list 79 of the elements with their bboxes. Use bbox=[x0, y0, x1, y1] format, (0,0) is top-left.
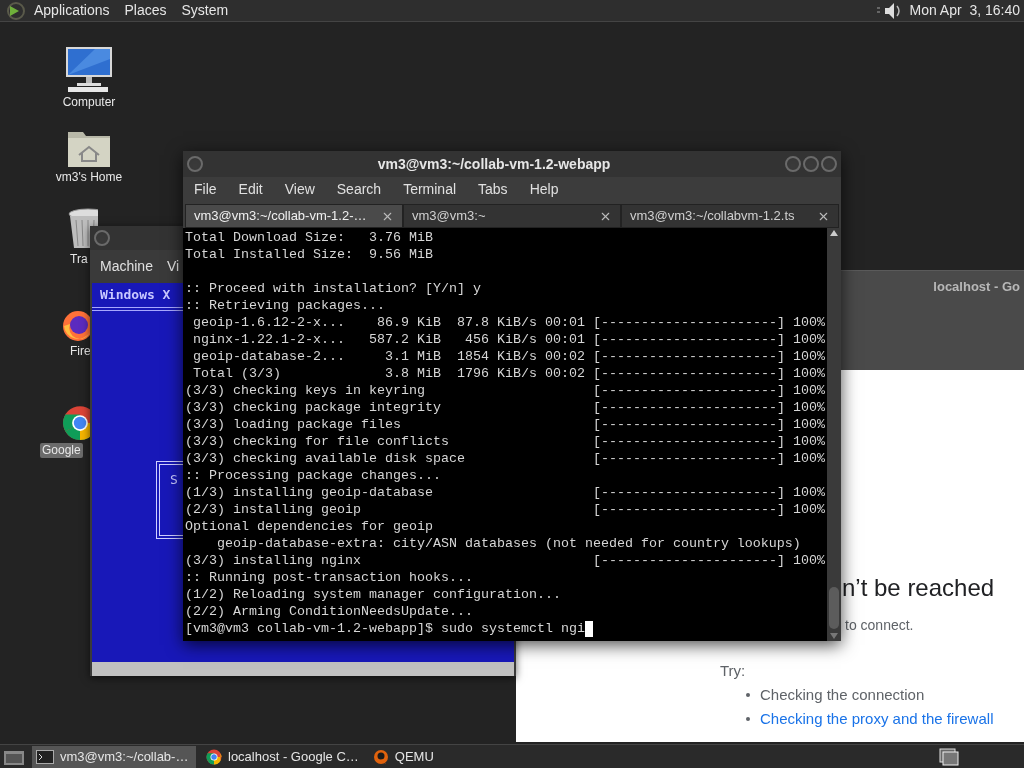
progress-bar-text: [----------------------] 100% bbox=[593, 382, 825, 399]
icon-label[interactable]: Google bbox=[40, 443, 83, 458]
qemu-icon bbox=[372, 748, 389, 765]
terminal-line: (1/2) Reloading system manager configuration... bbox=[185, 586, 561, 603]
terminal-line: (3/3) checking available disk space bbox=[185, 450, 466, 467]
menu-item[interactable]: File bbox=[185, 179, 226, 200]
progress-bar-text: [----------------------] 100% bbox=[593, 433, 825, 450]
menu-item[interactable]: Tabs bbox=[469, 179, 517, 200]
icon-label[interactable]: Tra bbox=[68, 252, 90, 267]
terminal-icon bbox=[36, 749, 54, 764]
terminal-line: Optional dependencies for geoip bbox=[185, 518, 433, 535]
terminal-line: geoip-1.6.12-2-x... 86.9 KiB 87.8 KiB/s 00:01 bbox=[192, 314, 586, 331]
text-cursor bbox=[584, 620, 593, 637]
terminal-line: (2/2) Arming ConditionNeedsUpdate... bbox=[185, 603, 473, 620]
suggestion-link[interactable]: Checking the proxy and the firewall bbox=[760, 709, 994, 729]
command-prompt: [vm3@vm3 collab-vm-1.2-webapp]$ sudo systemctl ngi bbox=[185, 620, 585, 637]
progress-bar-text: [----------------------] 100% bbox=[593, 314, 825, 331]
progress-bar-text: [----------------------] 100% bbox=[593, 552, 825, 569]
terminal-tab[interactable]: vm3@vm3:~/collab-vm-1.2-… bbox=[185, 204, 403, 228]
taskbar-item[interactable]: vm3@vm3:~/collab-… bbox=[32, 745, 196, 768]
menu-item[interactable]: Vi bbox=[166, 256, 180, 277]
terminal-line: nginx-1.22.1-2-x... 587.2 KiB 456 KiB/s 00:01 bbox=[192, 331, 586, 348]
icon-label[interactable]: Fire bbox=[68, 344, 93, 359]
icon-label[interactable]: Computer bbox=[60, 95, 118, 110]
scroll-up-icon[interactable] bbox=[830, 230, 838, 236]
terminal-line: geoip-database-extra: city/ASN databases (not needed for country lookups) bbox=[216, 535, 801, 552]
panel-menu[interactable]: System bbox=[181, 0, 229, 21]
terminal-line: Total Installed Size: 9.56 MiB bbox=[185, 246, 433, 263]
progress-bar-text: [----------------------] 100% bbox=[593, 399, 825, 416]
error-heading: n’t be reached bbox=[842, 573, 996, 603]
window-title: vm3@vm3:~/collab-vm-1.2-webapp bbox=[376, 154, 612, 174]
menu-item[interactable]: Machine bbox=[100, 256, 153, 277]
terminal-line: (1/3) installing geoip-database bbox=[185, 484, 434, 501]
terminal-line: (3/3) checking for file conflicts bbox=[185, 433, 450, 450]
progress-bar-text: [----------------------] 100% bbox=[593, 501, 825, 518]
progress-bar-text: [----------------------] 100% bbox=[593, 450, 825, 467]
terminal-tab[interactable]: vm3@vm3:~/collabvm-1.2.ts bbox=[621, 204, 839, 228]
progress-bar-text: [----------------------] 100% bbox=[593, 348, 825, 365]
icon-label[interactable]: vm3's Home bbox=[53, 170, 125, 185]
suggestion-text: Checking the connection bbox=[760, 685, 925, 705]
terminal-line: :: Running post-transaction hooks... bbox=[185, 569, 473, 586]
terminal-line: :: Processing package changes... bbox=[185, 467, 441, 484]
terminal-line: :: Proceed with installation? [Y/n] y bbox=[185, 280, 481, 297]
terminal-line: geoip-database-2... 3.1 MiB 1854 KiB/s 00:02 bbox=[192, 348, 586, 365]
terminal-line: (3/3) checking package integrity bbox=[185, 399, 442, 416]
chrome-icon bbox=[206, 748, 222, 765]
window-title: localhost - Go bbox=[933, 278, 1020, 296]
error-message: to connect. bbox=[845, 616, 915, 635]
progress-bar-text: [----------------------] 100% bbox=[593, 331, 825, 348]
terminal-line: Total (3/3) 3.8 MiB 1796 KiB/s 00:02 bbox=[192, 365, 586, 382]
terminal-line: (3/3) installing nginx bbox=[185, 552, 362, 569]
progress-bar-text: [----------------------] 100% bbox=[593, 416, 825, 433]
terminal-line: (2/3) installing geoip bbox=[185, 501, 362, 518]
terminal-tab[interactable]: vm3@vm3:~ bbox=[403, 204, 621, 228]
terminal-line: :: Retrieving packages... bbox=[185, 297, 385, 314]
scrollbar-thumb[interactable] bbox=[829, 587, 839, 629]
try-label: Try: bbox=[720, 661, 747, 681]
progress-bar-text: [----------------------] 100% bbox=[593, 484, 825, 501]
terminal-line: Total Download Size: 3.76 MiB bbox=[185, 229, 433, 246]
scroll-down-icon[interactable] bbox=[830, 633, 838, 639]
clock[interactable]: Mon Apr 3, 16:40 bbox=[909, 0, 1020, 21]
terminal-line: (3/3) checking keys in keyring bbox=[185, 382, 426, 399]
taskbar-item[interactable]: QEMU bbox=[368, 745, 438, 768]
computer-icon[interactable] bbox=[65, 45, 113, 93]
dialog-text: S bbox=[170, 472, 178, 487]
menu-item[interactable]: Search bbox=[327, 179, 391, 200]
setup-title: Windows X bbox=[100, 286, 171, 305]
progress-bar-text: [----------------------] 100% bbox=[593, 365, 825, 382]
terminal-line: (3/3) loading package files bbox=[185, 416, 402, 433]
logo-icon[interactable] bbox=[6, 0, 26, 21]
panel-menu[interactable]: Places bbox=[124, 0, 167, 21]
panel-menu[interactable]: Applications bbox=[34, 0, 110, 21]
menu-item[interactable]: Terminal bbox=[394, 179, 466, 200]
menu-item[interactable]: Help bbox=[520, 179, 568, 200]
menu-item[interactable]: View bbox=[275, 179, 324, 200]
workspace-icon[interactable] bbox=[938, 746, 960, 767]
taskbar-item[interactable]: localhost - Google C… bbox=[202, 745, 363, 768]
scrollbar[interactable] bbox=[827, 228, 841, 641]
menu-item[interactable]: Edit bbox=[229, 179, 272, 200]
